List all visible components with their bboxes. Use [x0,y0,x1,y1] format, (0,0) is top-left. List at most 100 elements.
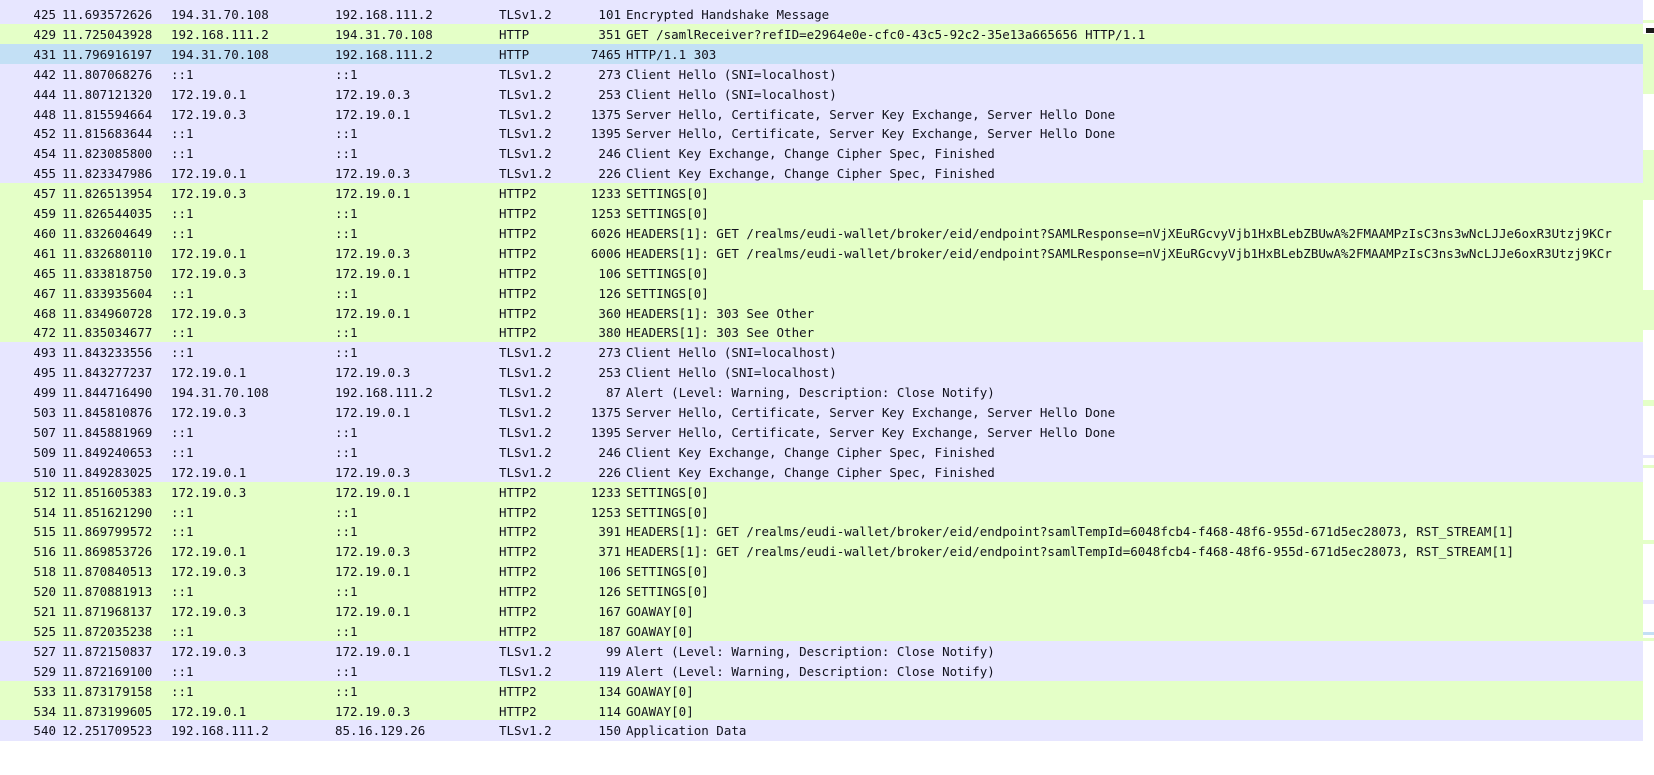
packet-row[interactable]: 518 11.870840513 172.19.0.3 172.19.0.1 HTTP2… [0,561,1643,583]
packet-row[interactable]: 472 11.835034677::1::1 HTTP2 380 HEADERS[1]:… [0,322,1643,344]
packet-source: ::1 [171,285,194,301]
packet-length: 226 [598,166,621,182]
packet-time: 11.873179158 [62,683,153,699]
packet-time: 11.872150837 [62,643,153,659]
packet-info: GET /samlReceiver?refID=e2964e0e-cfc0-43… [626,26,1146,42]
packet-row[interactable]: 520 11.870881913::1::1 HTTP2 126 SETTINGS[0] [0,581,1643,603]
packet-length: 253 [598,365,621,381]
packet-protocol: HTTP2 [499,584,537,600]
packet-row[interactable]: 521 11.871968137 172.19.0.3 172.19.0.1 HTTP2… [0,601,1643,622]
packet-protocol: HTTP2 [499,703,537,719]
packet-info: Encrypted Handshake Message [626,7,830,22]
packet-row[interactable]: 534 11.873199605 172.19.0.1 172.19.0.3 HTTP2… [0,700,1643,722]
packet-row[interactable]: 429 11.725043928 192.168.111.2 194.31.70.10… [0,23,1643,45]
packet-info: HTTP/1.1 303 [626,46,717,62]
packet-list[interactable]: 425 11.693572626 194.31.70.108 192.168.111.… [0,0,1643,775]
packet-row[interactable]: 467 11.833935604::1::1 HTTP2 126 SETTINGS[0] [0,282,1643,304]
packet-length: 1375 [590,405,621,420]
packet-row[interactable]: 527 11.872150837 172.19.0.3 172.19.0.1 TLSv1… [0,640,1643,662]
packet-protocol: TLSv1.2 [499,424,552,440]
packet-info: Alert (Level: Warning, Description: Clos… [626,385,995,401]
packet-protocol: TLSv1.2 [499,385,552,401]
packet-source: 192.168.111.2 [171,723,269,739]
packet-row[interactable]: 454 11.823085800::1::1 TLSv1.2 246 Client Ke… [0,143,1643,165]
packet-row[interactable]: 533 11.873179158::1::1 HTTP2 134 GOAWAY[0] [0,680,1643,702]
packet-time: 11.826513954 [62,186,153,202]
packet-length: 87 [605,385,621,401]
minimap-segment [1643,20,1654,23]
packet-protocol: HTTP2 [499,225,537,241]
packet-row[interactable]: 452 11.815683644::1::1 TLSv1.2 1395 Server H… [0,123,1643,145]
packet-length: 134 [598,683,621,699]
packet-row[interactable]: 529 11.872169100::1::1 TLSv1.2 119 Alert (Le… [0,660,1643,682]
packet-number: 527 [33,643,56,659]
packet-protocol: TLSv1.2 [499,166,552,182]
packet-row[interactable]: 460 11.832604649::1::1 HTTP2 6026 HEADERS[1]… [0,222,1643,244]
packet-row[interactable]: 468 11.834960728 172.19.0.3 172.19.0.1 HTTP2… [0,302,1643,324]
packet-number: 461 [33,245,56,261]
packet-info: SETTINGS[0] [626,265,709,281]
packet-protocol: HTTP2 [499,186,537,202]
packet-source: ::1 [171,663,194,679]
packet-number: 457 [33,186,56,202]
packet-info: SETTINGS[0] [626,484,709,500]
packet-row[interactable]: 493 11.843233556::1::1 TLSv1.2 273 Client He… [0,342,1643,364]
packet-row[interactable]: 540 12.251709523 192.168.111.2 85.16.129.26… [0,720,1643,742]
packet-time: 11.693572626 [62,7,153,22]
packet-row-selected[interactable]: 431 11.796916197 194.31.70.108 192.168.111.… [0,43,1643,65]
packet-time: 11.845881969 [62,424,153,440]
packet-number: 444 [33,86,56,102]
packet-row[interactable]: 509 11.849240653::1::1 TLSv1.2 246 Client Ke… [0,441,1643,463]
packet-row[interactable]: 495 11.843277237 172.19.0.1 172.19.0.3 TLSv1… [0,362,1643,384]
packet-time: 11.843233556 [62,345,153,361]
packet-row[interactable]: 512 11.851605383 172.19.0.3 172.19.0.1 HTTP2… [0,481,1643,503]
packet-time: 11.823085800 [62,146,153,162]
packet-row[interactable]: 444 11.807121320 172.19.0.1 172.19.0.3 TLSv1… [0,83,1643,105]
packet-protocol: TLSv1.2 [499,126,552,142]
packet-row[interactable]: 448 11.815594664 172.19.0.3 172.19.0.1 TLSv1… [0,103,1643,125]
packet-row[interactable]: 516 11.869853726 172.19.0.1 172.19.0.3 HTTP2… [0,541,1643,563]
packet-time: 11.807121320 [62,86,153,102]
packet-protocol: TLSv1.2 [499,444,552,460]
packet-row[interactable]: 461 11.832680110 172.19.0.1 172.19.0.3 HTTP2… [0,242,1643,264]
packet-row[interactable]: 459 11.826544035::1::1 HTTP2 1253 SETTINGS[0… [0,203,1643,224]
packet-row[interactable]: 507 11.845881969::1::1 TLSv1.2 1395 Server H… [0,421,1643,443]
packet-row[interactable]: 457 11.826513954 172.19.0.3 172.19.0.1 HTTP2… [0,183,1643,205]
packet-destination: 85.16.129.26 [335,723,426,739]
packet-length: 1253 [590,206,621,221]
packet-source: 172.19.0.1 [171,464,247,480]
packet-info: HEADERS[1]: GET /realms/eudi-wallet/brok… [626,544,1515,560]
packet-row[interactable]: 425 11.693572626 194.31.70.108 192.168.111.… [0,4,1643,25]
packet-protocol: HTTP2 [499,504,537,520]
packet-time: 11.869853726 [62,544,153,560]
packet-length: 1233 [590,484,621,500]
packet-source: 194.31.70.108 [171,7,269,22]
packet-row[interactable]: 515 11.869799572::1::1 HTTP2 391 HEADERS[1]:… [0,521,1643,543]
scroll-position-marker[interactable] [1646,28,1654,33]
minimap-segment [1643,632,1654,635]
packet-row[interactable]: 499 11.844716490 194.31.70.108 192.168.111.… [0,382,1643,404]
packet-info: SETTINGS[0] [626,206,709,221]
packet-row[interactable]: 510 11.849283025 172.19.0.1 172.19.0.3 TLSv1… [0,461,1643,483]
packet-destination: 172.19.0.3 [335,166,411,182]
packet-row[interactable]: 525 11.872035238::1::1 HTTP2 187 GOAWAY[0] [0,620,1643,642]
packet-length: 167 [598,604,621,619]
packet-number: 534 [33,703,56,719]
packet-source: ::1 [171,126,194,142]
packet-time: 11.832604649 [62,225,153,241]
packet-info: HEADERS[1]: GET /realms/eudi-wallet/brok… [626,524,1515,540]
packet-length: 273 [598,345,621,361]
packet-time: 11.871968137 [62,604,153,619]
packet-protocol: HTTP2 [499,325,537,341]
packet-row[interactable]: 465 11.833818750 172.19.0.3 172.19.0.1 HTTP2… [0,262,1643,284]
packet-list-scrollbar[interactable] [1643,0,1654,775]
packet-source: ::1 [171,504,194,520]
packet-length: 101 [598,7,621,22]
packet-length: 1253 [590,504,621,520]
packet-row[interactable]: 455 11.823347986 172.19.0.1 172.19.0.3 TLSv1… [0,163,1643,185]
packet-row[interactable]: 442 11.807068276::1::1 TLSv1.2 273 Client He… [0,63,1643,85]
packet-row[interactable]: 503 11.845810876 172.19.0.3 172.19.0.1 TLSv1… [0,402,1643,423]
packet-destination: 172.19.0.1 [335,305,411,321]
packet-row[interactable]: 514 11.851621290::1::1 HTTP2 1253 SETTINGS[0… [0,501,1643,523]
packet-source: ::1 [171,424,194,440]
